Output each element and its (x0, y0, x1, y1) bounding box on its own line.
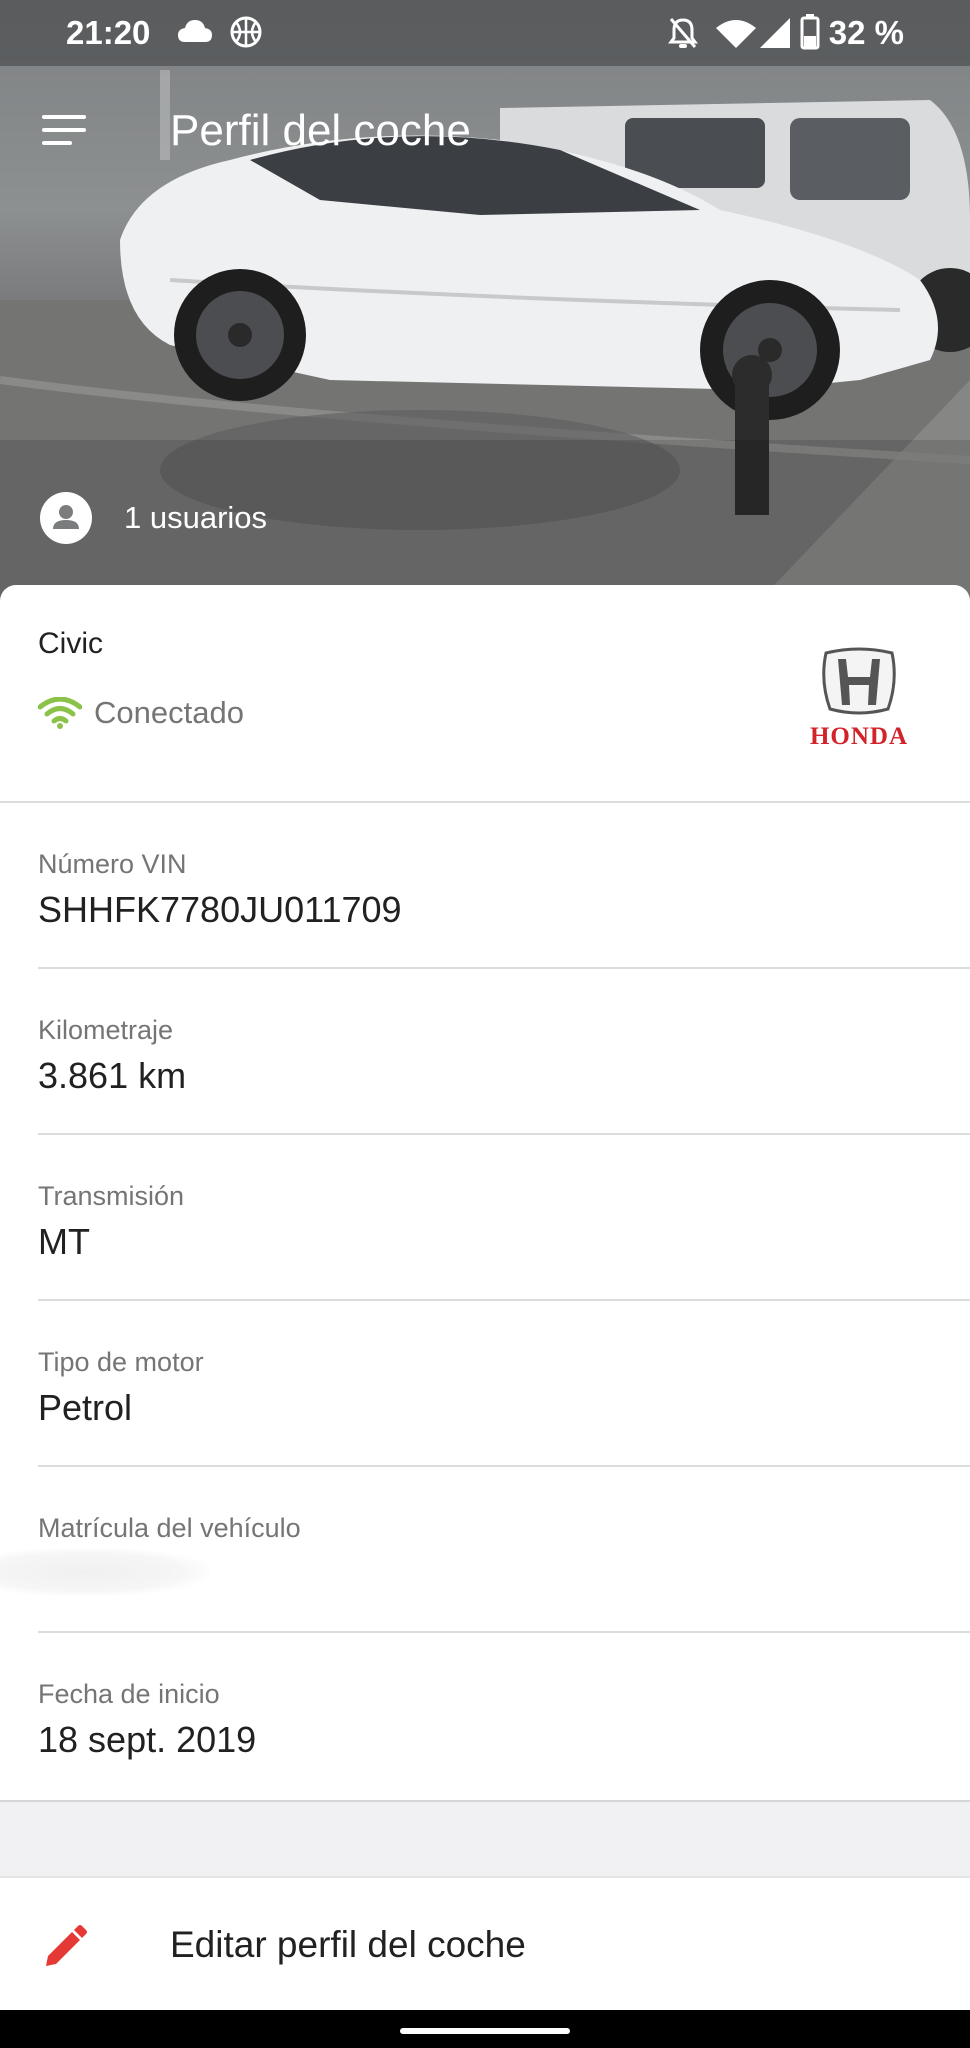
car-photo-header: 21:20 32 % Perfil del coche 1 usuarios (0, 0, 970, 600)
field-start-date: Fecha de inicio 18 sept. 2019 (38, 1633, 970, 1799)
connection-status: Conectado (38, 695, 244, 731)
notifications-off-icon (668, 18, 698, 48)
battery-percent: 32 % (828, 14, 904, 51)
car-model: Civic (38, 627, 103, 660)
field-label: Número VIN (38, 849, 187, 879)
wifi-icon (716, 20, 756, 48)
field-value: Petrol (38, 1387, 133, 1428)
field-value: MT (38, 1221, 90, 1262)
menu-icon[interactable] (42, 115, 88, 149)
cellular-signal-icon (760, 18, 790, 48)
system-nav-bar (0, 2010, 970, 2048)
edit-car-profile-button[interactable]: Editar perfil del coche (0, 1878, 970, 2010)
cloud-icon (178, 20, 212, 42)
honda-emblem-icon (822, 647, 896, 715)
users-count: 1 usuarios (124, 500, 268, 535)
field-label: Tipo de motor (38, 1347, 204, 1377)
field-label: Matrícula del vehículo (38, 1513, 301, 1543)
field-mileage: Kilometraje 3.861 km (38, 969, 970, 1135)
users-row[interactable]: 1 usuarios (40, 492, 267, 544)
field-value: 18 sept. 2019 (38, 1719, 257, 1760)
edit-car-profile-label: Editar perfil del coche (170, 1924, 526, 1965)
field-engine-type: Tipo de motor Petrol (38, 1301, 970, 1467)
field-label: Transmisión (38, 1181, 185, 1211)
field-value: SHHFK7780JU011709 (38, 889, 402, 930)
field-transmission: Transmisión MT (38, 1135, 970, 1301)
honda-logo: HONDA (784, 647, 934, 757)
section-spacer (0, 1800, 970, 1878)
redacted-plate (0, 1548, 210, 1596)
field-label: Fecha de inicio (38, 1679, 220, 1709)
car-profile-card: Civic Conectado HONDA Número VIN SHHFK77… (0, 585, 970, 1800)
pencil-icon (46, 1925, 87, 1966)
account-circle-icon (40, 492, 92, 544)
field-value: 3.861 km (38, 1055, 187, 1096)
field-vin: Número VIN SHHFK7780JU011709 (38, 803, 970, 969)
status-time: 21:20 (66, 14, 151, 51)
home-gesture-handle[interactable] (400, 2028, 570, 2034)
battery-icon (800, 14, 820, 50)
page-title: Perfil del coche (170, 106, 471, 155)
connection-status-label: Conectado (94, 695, 244, 730)
status-bar: 21:20 32 % (0, 0, 970, 66)
wifi-connected-icon (38, 697, 82, 729)
brand-name: HONDA (809, 723, 909, 750)
field-label: Kilometraje (38, 1015, 174, 1045)
basketball-icon (230, 16, 262, 48)
